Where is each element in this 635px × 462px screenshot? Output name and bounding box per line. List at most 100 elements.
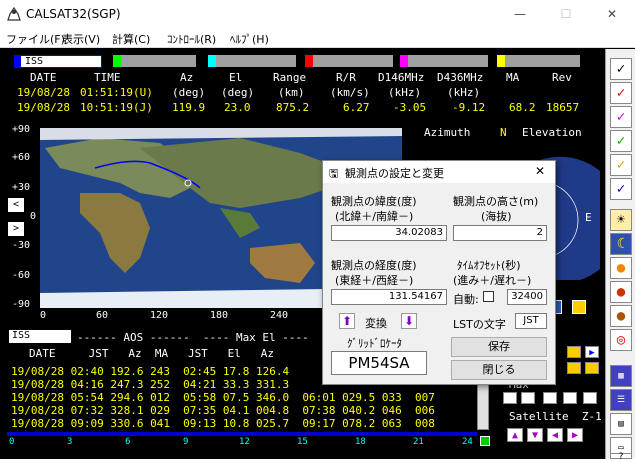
check-icon[interactable]: ✓ — [610, 154, 632, 176]
lat-label: +30 — [12, 182, 31, 193]
max-button[interactable] — [503, 392, 517, 404]
play-icon[interactable]: ▶ — [585, 346, 599, 358]
menu-view[interactable]: 表示(V) — [62, 31, 100, 47]
unit-el: (deg) — [221, 86, 255, 99]
minimize-button[interactable]: — — [497, 0, 543, 28]
check-icon[interactable]: ✓ — [610, 178, 632, 200]
pass-sat-select[interactable]: ISS — [9, 330, 71, 343]
val-d146: -3.05 — [393, 101, 427, 114]
maximize-button[interactable]: ☐ — [543, 0, 589, 28]
timeline[interactable]: 0 3 6 9 12 15 18 21 24 — [7, 430, 477, 450]
help-icon[interactable]: ? — [610, 453, 632, 462]
map-right-button[interactable]: > — [8, 222, 24, 236]
down-arrow-icon[interactable]: ▼ — [527, 428, 543, 442]
observer-settings-dialog: 🖫 観測点の設定と変更 ✕ 観測点の緯度(度) (北緯＋/南緯－) 34.020… — [322, 160, 556, 385]
sat-name: ISS — [25, 56, 44, 67]
pass-columns: DATE JST Az MA JST El Az — [29, 347, 275, 360]
val-d436: -9.12 — [452, 101, 486, 114]
latitude-input[interactable]: 34.02083 — [331, 225, 447, 241]
check-icon[interactable]: ✓ — [610, 130, 632, 152]
right-arrow-icon[interactable]: ▶ — [567, 428, 583, 442]
right-toolbar: ✓ ✓ ✓ ✓ ✓ ✓ ☀ ☾ ● ● ● ◎ ▦ ☰ ▤ ▭ ? — [605, 49, 635, 462]
pass-sat-name: ISS — [12, 330, 31, 341]
lst-input[interactable]: JST — [515, 313, 547, 329]
max-button[interactable] — [583, 392, 597, 404]
unit-range: (km) — [278, 86, 305, 99]
col-rr: R/R — [336, 71, 356, 84]
unit-d146: (kHz) — [388, 86, 422, 99]
map-left-button[interactable]: < — [8, 198, 24, 212]
planet-icon[interactable]: ● — [610, 257, 632, 279]
color-swatch — [113, 55, 121, 67]
up-arrow-icon[interactable]: ▲ — [507, 428, 523, 442]
save-button[interactable]: 保存 — [451, 337, 547, 357]
unit-d436: (kHz) — [447, 86, 481, 99]
dialog-titlebar: 🖫 観測点の設定と変更 ✕ — [323, 161, 555, 183]
val-rr: 6.27 — [343, 101, 370, 114]
pass-row[interactable]: 19/08/28 05:54 294.6 012 05:58 07.5 346.… — [11, 391, 435, 404]
satellite-select[interactable]: ISS — [14, 55, 102, 68]
up-arrow-icon[interactable]: ⬆ — [339, 313, 355, 329]
memo-icon[interactable]: ▤ — [610, 413, 632, 435]
moon-icon[interactable]: ☾ — [610, 233, 632, 255]
lat-label: 0 — [30, 211, 37, 222]
auto-label: 自動: — [453, 293, 479, 306]
max-button[interactable] — [543, 392, 557, 404]
control-button[interactable] — [585, 362, 599, 374]
down-arrow-icon[interactable]: ⬇ — [401, 313, 417, 329]
control-button[interactable] — [567, 362, 581, 374]
timezone-offset-input[interactable]: 32400 — [507, 289, 547, 305]
list-icon[interactable]: ☰ — [610, 389, 632, 411]
menu-file[interactable]: ファイル(F) — [6, 31, 65, 47]
grid-icon[interactable]: ▦ — [610, 365, 632, 387]
sun-icon[interactable]: ☀ — [610, 209, 632, 231]
grid-locator-field[interactable]: PM54SA — [331, 351, 427, 375]
pass-aos-header: ------ AOS ------ ---- Max El ---- --- — [77, 331, 342, 344]
pass-row[interactable]: 19/08/28 07:32 328.1 029 07:35 04.1 004.… — [11, 404, 435, 417]
check-icon[interactable]: ✓ — [610, 58, 632, 80]
control-button[interactable] — [567, 346, 581, 358]
lat-label: -90 — [12, 299, 31, 310]
hour-label: 15 — [297, 437, 308, 447]
alt-label: 観測点の高さ(m) — [453, 195, 539, 208]
hour-label: 9 — [183, 437, 189, 447]
val-range: 875.2 — [276, 101, 310, 114]
menu-control[interactable]: ｺﾝﾄﾛｰﾙ(R) — [167, 31, 216, 47]
pass-row[interactable]: 19/08/28 09:09 330.6 041 09:13 10.8 025.… — [11, 417, 435, 430]
color-bar — [408, 55, 488, 67]
window-title: CALSAT32(SGP) — [26, 7, 121, 21]
longitude-input[interactable]: 131.54167 — [331, 289, 447, 305]
utc-date: 19/08/28 — [17, 86, 70, 99]
alt-sub-label: (海抜) — [481, 210, 512, 223]
pass-row[interactable]: 19/08/28 02:40 192.6 243 02:45 17.8 126.… — [11, 365, 289, 378]
color-swatch — [400, 55, 408, 67]
col-time: TIME — [94, 71, 121, 84]
close-dialog-button[interactable]: 閉じる — [451, 360, 547, 380]
tz-label: ﾀｲﾑｵﾌｾｯﾄ(秒) — [457, 259, 521, 272]
polar-scroll-right[interactable] — [572, 300, 586, 314]
grid-locator-label: ｸﾞﾘｯﾄﾞﾛｹｰﾀ — [347, 337, 402, 350]
check-icon[interactable]: ✓ — [610, 106, 632, 128]
dialog-close-icon[interactable]: ✕ — [535, 164, 545, 178]
menu-help[interactable]: ﾍﾙﾌﾟ(H) — [230, 31, 269, 47]
max-button[interactable] — [521, 392, 535, 404]
lat-label: 観測点の緯度(度) — [331, 195, 417, 208]
auto-checkbox[interactable] — [483, 291, 494, 302]
close-button[interactable]: ✕ — [589, 0, 635, 28]
jupiter-icon[interactable]: ● — [610, 305, 632, 327]
menu-calc[interactable]: 計算(C) — [112, 31, 150, 47]
altitude-input[interactable]: 2 — [453, 225, 547, 241]
jst-time: 10:51:19(J) — [80, 101, 153, 114]
target-icon[interactable]: ◎ — [610, 329, 632, 351]
lat-label: +90 — [12, 124, 31, 135]
max-button[interactable] — [563, 392, 577, 404]
satellite-z-label: Satellite Z-1 — [509, 410, 602, 423]
pass-row[interactable]: 19/08/28 04:16 247.3 252 04:21 33.3 331.… — [11, 378, 289, 391]
unit-az: (deg) — [172, 86, 206, 99]
lon-sub-label: (東経＋/西経－) — [335, 274, 414, 287]
mars-icon[interactable]: ● — [610, 281, 632, 303]
color-swatch — [208, 55, 216, 67]
check-icon[interactable]: ✓ — [610, 82, 632, 104]
left-arrow-icon[interactable]: ◀ — [547, 428, 563, 442]
col-date: DATE — [30, 71, 57, 84]
